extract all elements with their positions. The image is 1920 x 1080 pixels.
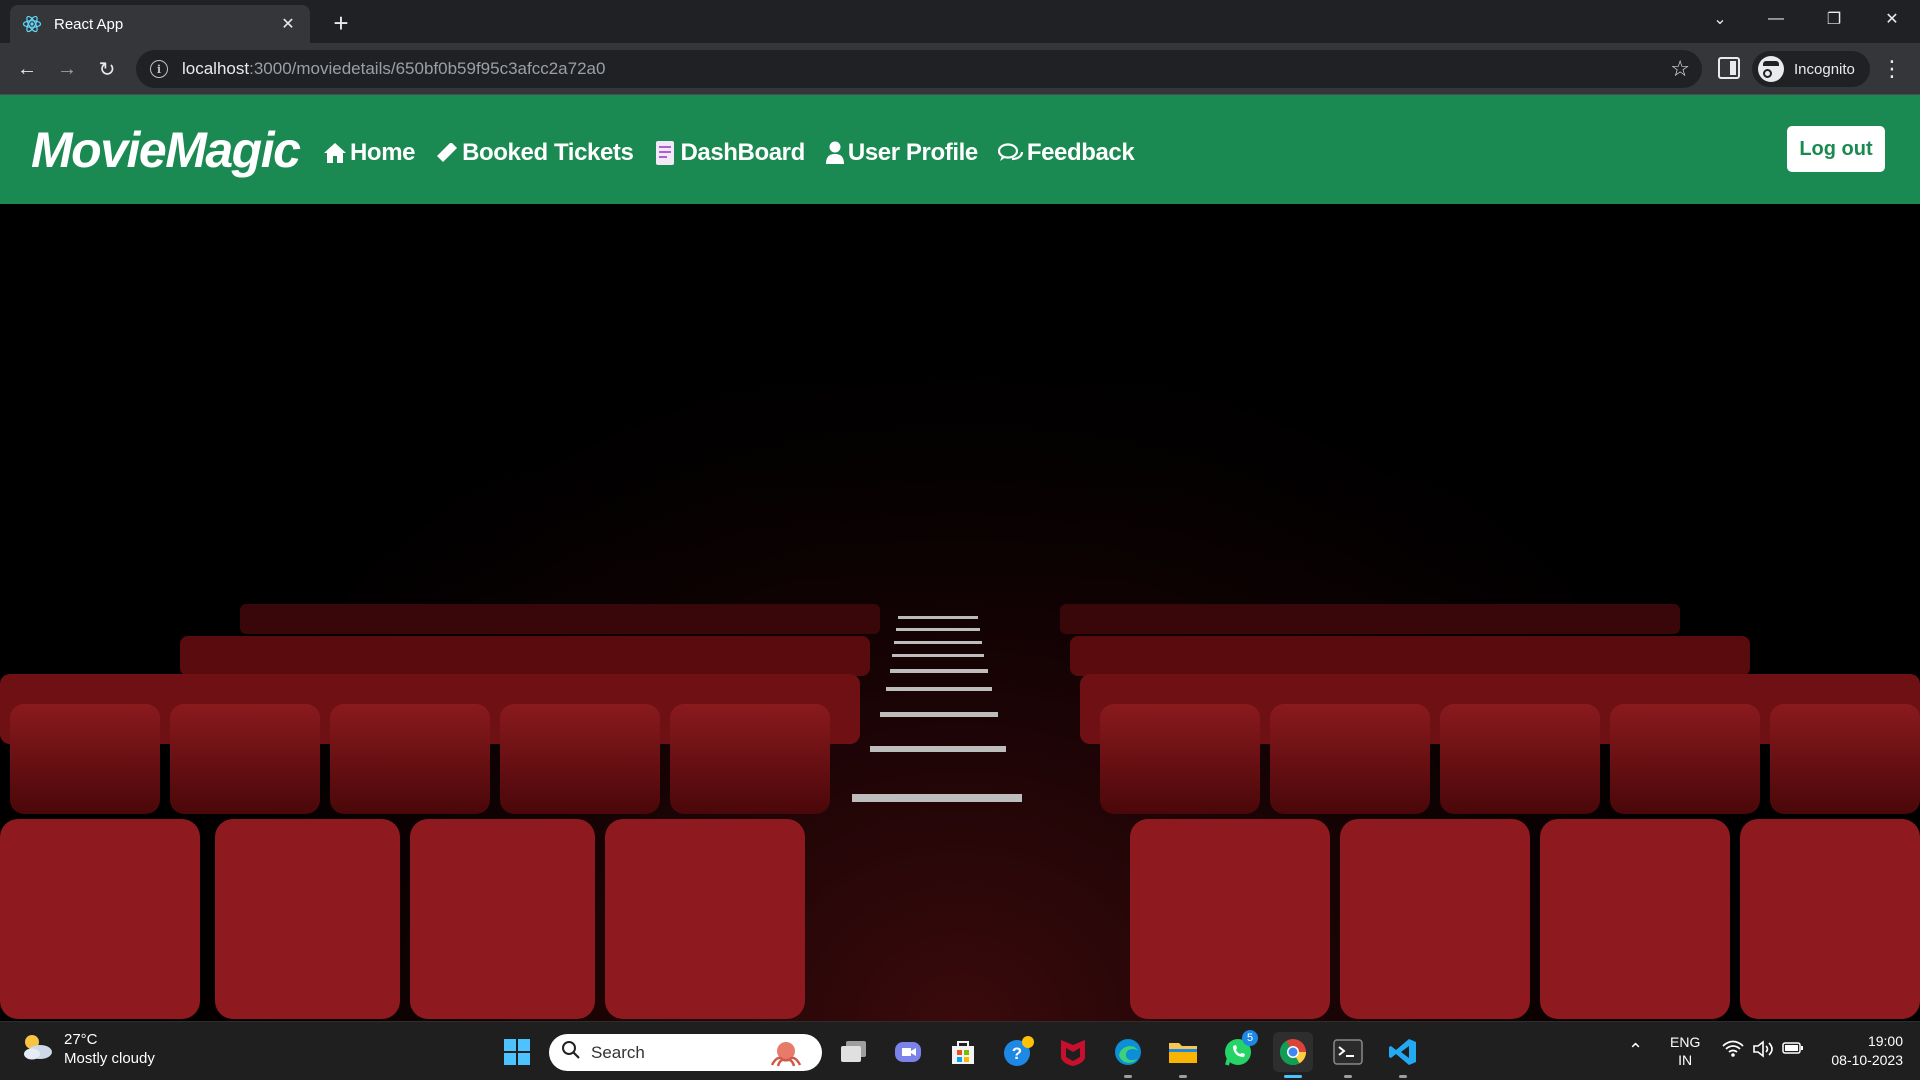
clock-date: 08-10-2023 <box>1831 1052 1903 1068</box>
weather-temp: 27°C <box>64 1031 98 1048</box>
nav-link-label: DashBoard <box>680 139 805 166</box>
ticket-icon <box>435 143 459 163</box>
url-host: localhost <box>182 59 250 78</box>
clock[interactable]: 19:00 08-10-2023 <box>1823 1032 1903 1070</box>
svg-text:?: ? <box>1012 1044 1022 1063</box>
nav-link-feedback[interactable]: Feedback <box>997 139 1135 167</box>
browser-tab[interactable]: React App ✕ <box>10 5 310 43</box>
running-indicator <box>1179 1075 1187 1078</box>
close-tab-icon[interactable]: ✕ <box>278 14 298 34</box>
minimize-button[interactable]: — <box>1748 0 1804 38</box>
search-highlight-icon <box>762 1039 810 1072</box>
incognito-icon <box>1758 56 1784 82</box>
search-placeholder: Search <box>591 1042 645 1062</box>
brand-logo[interactable]: MovieMagic <box>31 121 301 179</box>
weather-widget[interactable]: 27°C Mostly cloudy <box>20 1030 155 1068</box>
react-logo-icon <box>22 14 42 34</box>
reload-button[interactable]: ↻ <box>91 53 123 85</box>
incognito-indicator[interactable]: Incognito <box>1752 51 1870 87</box>
region-code: IN <box>1678 1052 1693 1068</box>
hero-theater-image <box>0 204 1920 1021</box>
active-indicator <box>1284 1075 1302 1078</box>
battery-icon[interactable] <box>1782 1041 1804 1058</box>
address-bar[interactable]: i localhost:3000/moviedetails/650bf0b59f… <box>136 50 1702 88</box>
restore-button[interactable]: ❐ <box>1806 0 1862 38</box>
nav-links: Home Booked Tickets DashBoard User Profi… <box>323 139 1154 167</box>
task-view-icon[interactable] <box>834 1032 874 1072</box>
document-icon <box>653 140 677 166</box>
nav-link-label: User Profile <box>847 139 978 166</box>
chat-icon <box>997 142 1024 164</box>
whatsapp-icon[interactable]: 5 <box>1218 1030 1258 1072</box>
lang-code: ENG <box>1670 1034 1701 1050</box>
bookmark-star-icon[interactable]: ☆ <box>1670 56 1690 82</box>
browser-tab-strip: React App ✕ + ⌄ — ❐ ✕ <box>0 0 1920 43</box>
microsoft-store-icon[interactable] <box>943 1032 983 1072</box>
running-indicator <box>1124 1075 1132 1078</box>
nav-link-label: Booked Tickets <box>462 139 634 166</box>
user-icon <box>825 141 845 165</box>
nav-link-home[interactable]: Home <box>323 139 415 167</box>
tab-title: React App <box>54 15 124 33</box>
partly-cloudy-icon <box>20 1032 54 1067</box>
close-window-button[interactable]: ✕ <box>1864 0 1920 38</box>
show-hidden-icons-chevron-icon[interactable]: ⌃ <box>1628 1040 1643 1061</box>
tab-search-icon[interactable]: ⌄ <box>1692 0 1748 38</box>
new-tab-button[interactable]: + <box>326 8 356 38</box>
vscode-icon[interactable] <box>1383 1032 1423 1078</box>
nav-link-dashboard[interactable]: DashBoard <box>653 139 805 167</box>
windows-start-icon[interactable] <box>497 1032 537 1072</box>
app-navbar: MovieMagic Home Booked Tickets DashBoard… <box>0 95 1920 204</box>
input-language-indicator[interactable]: ENG IN <box>1670 1033 1700 1069</box>
file-explorer-icon[interactable] <box>1163 1032 1203 1078</box>
logout-button[interactable]: Log out <box>1787 126 1885 172</box>
running-indicator <box>1344 1075 1352 1078</box>
weather-desc: Mostly cloudy <box>64 1050 155 1067</box>
volume-icon[interactable] <box>1752 1040 1774 1061</box>
side-panel-icon[interactable] <box>1718 57 1740 79</box>
search-icon <box>561 1040 581 1065</box>
nav-link-label: Feedback <box>1026 139 1135 166</box>
edge-browser-icon[interactable] <box>1108 1032 1148 1078</box>
forward-button[interactable]: → <box>51 53 83 85</box>
browser-toolbar: ← → ↻ i localhost:3000/moviedetails/650b… <box>0 43 1920 95</box>
teams-chat-icon[interactable] <box>888 1032 928 1072</box>
taskbar-search-box[interactable]: Search <box>549 1034 822 1071</box>
chrome-browser-icon[interactable] <box>1273 1032 1313 1078</box>
browser-menu-icon[interactable]: ⋮ <box>1880 55 1904 83</box>
clock-time: 19:00 <box>1867 1033 1903 1049</box>
back-button[interactable]: ← <box>11 53 43 85</box>
running-indicator <box>1399 1075 1407 1078</box>
os-taskbar: 27°C Mostly cloudy Search ? 5 ⌃ ENG IN 1… <box>0 1021 1920 1080</box>
notification-badge: 5 <box>1242 1030 1258 1046</box>
nav-link-label: Home <box>350 139 416 166</box>
incognito-label: Incognito <box>1794 60 1855 78</box>
home-icon <box>323 142 347 164</box>
url-path: :3000/moviedetails/650bf0b59f95c3afcc2a7… <box>249 59 606 78</box>
wifi-icon[interactable] <box>1722 1040 1744 1061</box>
theater-seats-illustration <box>0 204 1920 1019</box>
nav-link-booked-tickets[interactable]: Booked Tickets <box>435 139 634 167</box>
terminal-icon[interactable] <box>1328 1032 1368 1078</box>
nav-link-user-profile[interactable]: User Profile <box>825 139 978 167</box>
site-info-icon[interactable]: i <box>150 60 168 78</box>
help-tips-icon[interactable]: ? <box>998 1032 1038 1072</box>
mcafee-icon[interactable] <box>1053 1032 1093 1072</box>
